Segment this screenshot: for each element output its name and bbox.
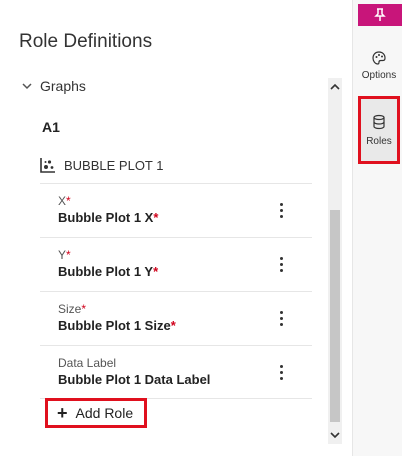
plus-icon: + (57, 403, 68, 423)
role-data-label-more-icon[interactable] (274, 361, 288, 383)
palette-icon (372, 51, 386, 65)
required-marker: * (153, 264, 159, 279)
role-y-value: Bubble Plot 1 Y (58, 264, 154, 279)
page-title: Role Definitions (19, 31, 153, 52)
bubble-plot-icon (40, 158, 55, 173)
scroll-down-icon[interactable] (328, 428, 342, 442)
required-marker: * (81, 302, 87, 316)
role-x-value: Bubble Plot 1 X (58, 210, 154, 225)
add-role-label: Add Role (75, 405, 134, 421)
role-data-label-value: Bubble Plot 1 Data Label (58, 372, 211, 387)
divider (40, 345, 312, 346)
role-data-label-label: Data Label (58, 356, 117, 370)
bubble-plot-node[interactable]: BUBBLE PLOT 1 (40, 157, 163, 173)
database-icon (373, 114, 385, 129)
divider (40, 237, 312, 238)
chevron-down-icon (22, 83, 32, 90)
role-size-more-icon[interactable] (274, 307, 288, 329)
roles-label: Roles (366, 135, 392, 147)
options-button[interactable]: Options (358, 50, 400, 90)
scroll-up-icon[interactable] (328, 80, 342, 94)
required-marker: * (66, 248, 71, 262)
graphs-label: Graphs (40, 78, 86, 94)
role-x: X* Bubble Plot 1 X* (58, 194, 308, 225)
required-marker: * (66, 194, 71, 208)
pin-icon[interactable] (358, 4, 402, 26)
scrollbar-thumb[interactable] (330, 210, 340, 422)
required-marker: * (153, 210, 159, 225)
role-y-label: Y (58, 248, 67, 262)
role-size-label: Size (58, 302, 82, 316)
graphs-tree-node[interactable]: Graphs (20, 78, 86, 94)
a1-label: A1 (42, 119, 60, 135)
role-y: Y* Bubble Plot 1 Y* (58, 248, 308, 279)
role-y-more-icon[interactable] (274, 253, 288, 275)
role-size: Size* Bubble Plot 1 Size* (58, 302, 308, 333)
role-x-more-icon[interactable] (274, 199, 288, 221)
divider (40, 291, 312, 292)
divider (40, 183, 312, 184)
role-data-label: Data Label Bubble Plot 1 Data Label (58, 356, 308, 387)
required-marker: * (170, 318, 176, 333)
role-x-label: X (58, 194, 67, 208)
role-definitions-panel: Role Definitions Graphs A1 BUBBLE PLOT 1… (0, 0, 352, 456)
role-size-value: Bubble Plot 1 Size (58, 318, 171, 333)
roles-button[interactable]: Roles (358, 96, 400, 164)
bubble-plot-label: BUBBLE PLOT 1 (64, 157, 164, 173)
options-label: Options (361, 70, 397, 81)
add-role-button[interactable]: + Add Role (45, 398, 147, 428)
